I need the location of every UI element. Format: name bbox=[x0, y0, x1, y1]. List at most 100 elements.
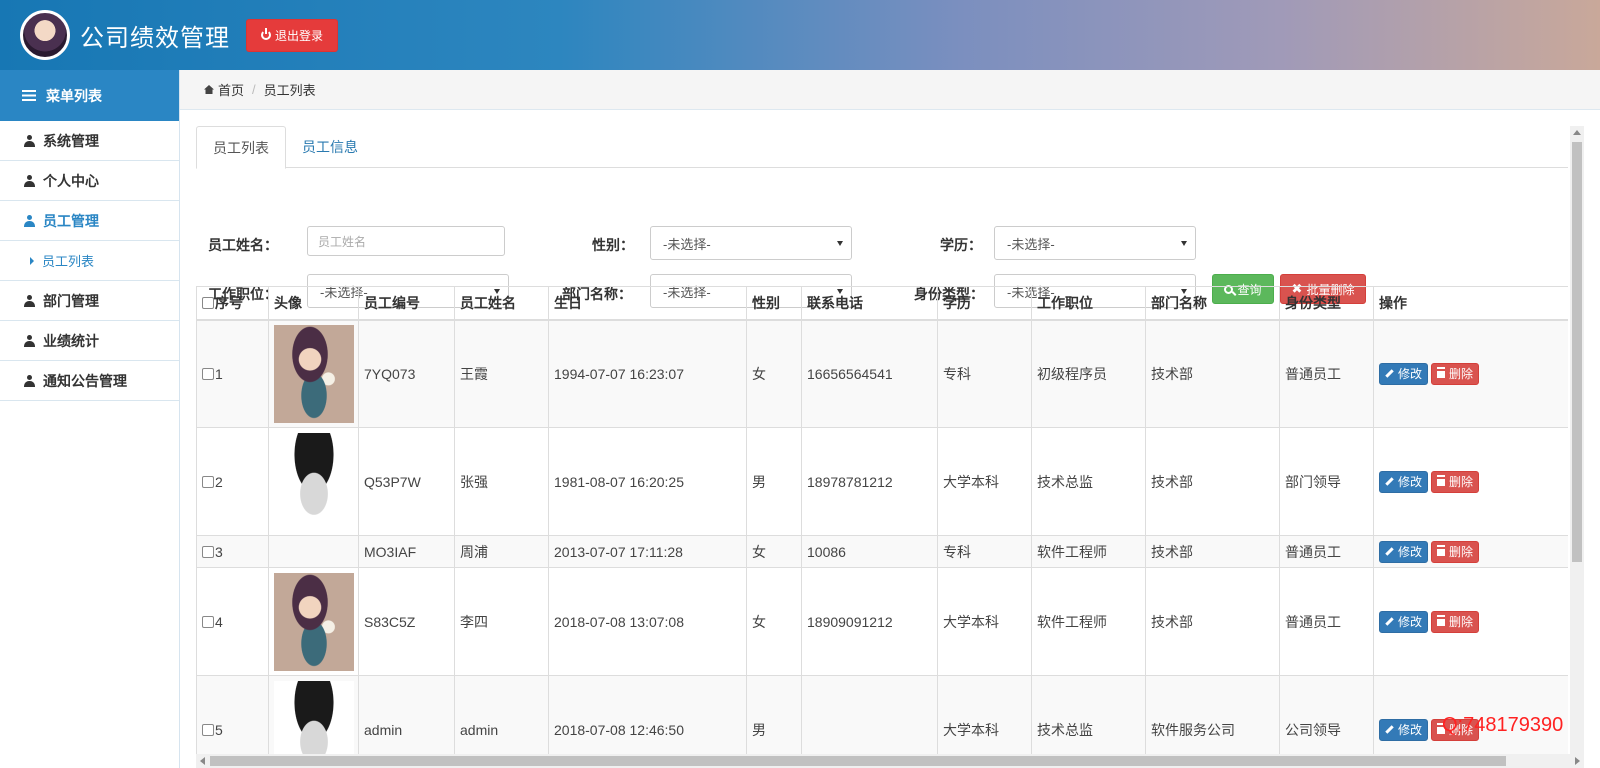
cell-actions: 修改 删除 bbox=[1373, 427, 1568, 536]
cell-actions: 修改 删除 bbox=[1373, 319, 1568, 428]
header-actions: 操作 bbox=[1373, 286, 1568, 321]
cell-no: 5 bbox=[196, 675, 269, 754]
row-checkbox[interactable] bbox=[202, 475, 214, 488]
cell-education: 专科 bbox=[937, 535, 1032, 568]
table-row: 5 admin admin 2018-07-08 12:46:50 男大学本科 技术总监软… bbox=[196, 675, 1568, 754]
scroll-up-icon[interactable] bbox=[1573, 130, 1581, 135]
logout-button[interactable]: 退出登录 bbox=[246, 18, 339, 52]
table-body: 1 7YQ073 王霞 1994-07-07 16:23:07 女 16656564541… bbox=[196, 319, 1568, 754]
list-icon bbox=[22, 90, 36, 101]
sidebar-item-label: 个人中心 bbox=[43, 172, 99, 189]
pencil-icon bbox=[1385, 477, 1394, 486]
gender-select[interactable]: -未选择- bbox=[650, 226, 852, 260]
delete-button[interactable]: 删除 bbox=[1431, 540, 1480, 563]
cell-phone: 16656564541 bbox=[801, 319, 938, 428]
select-all-checkbox[interactable] bbox=[202, 296, 214, 309]
pencil-icon bbox=[1385, 617, 1394, 626]
header-photo: 头像 bbox=[268, 286, 359, 321]
table-row: 4 S83C5Z 李四 2018-07-08 13:07:08 女 18909091212… bbox=[196, 567, 1568, 676]
cell-education: 大学本科 bbox=[937, 567, 1032, 676]
vertical-scrollbar[interactable] bbox=[1570, 126, 1584, 754]
cell-employee-name: 王霞 bbox=[454, 319, 549, 428]
sidebar-item-label: 员工列表 bbox=[42, 254, 95, 269]
breadcrumb-home[interactable]: 首页 bbox=[218, 80, 244, 99]
horizontal-scroll-thumb[interactable] bbox=[210, 756, 1506, 766]
cat-avatar-image bbox=[274, 324, 354, 423]
cell-identity-type: 普通员工 bbox=[1279, 567, 1374, 676]
delete-button[interactable]: 删除 bbox=[1431, 362, 1480, 385]
cell-photo bbox=[268, 427, 359, 536]
cell-employee-code: 7YQ073 bbox=[358, 319, 455, 428]
edit-button[interactable]: 修改 bbox=[1379, 718, 1429, 741]
header-name: 员工姓名 bbox=[454, 286, 549, 321]
cell-gender: 女 bbox=[746, 567, 802, 676]
cell-birthday: 2018-07-08 12:46:50 bbox=[548, 675, 747, 754]
employee-table: 序号 头像 员工编号 员工姓名 生日 性别 联系电话 学历 工作职位 部门名称 … bbox=[196, 286, 1568, 754]
cell-gender: 男 bbox=[746, 675, 802, 754]
table-header-row: 序号 头像 员工编号 员工姓名 生日 性别 联系电话 学历 工作职位 部门名称 … bbox=[196, 286, 1568, 321]
sidebar-item-label: 员工管理 bbox=[43, 212, 99, 229]
delete-button[interactable]: 删除 bbox=[1431, 610, 1480, 633]
cat-avatar-image bbox=[274, 572, 354, 671]
gender-label: 性别： bbox=[592, 237, 634, 253]
education-select[interactable]: -未选择- bbox=[994, 226, 1196, 260]
edit-button[interactable]: 修改 bbox=[1379, 540, 1429, 563]
sidebar-item-personal[interactable]: 个人中心 bbox=[0, 161, 179, 201]
sidebar-item-department[interactable]: 部门管理 bbox=[0, 281, 179, 321]
home-icon bbox=[204, 85, 214, 94]
header-identity: 身份类型 bbox=[1279, 286, 1374, 321]
breadcrumb-separator: / bbox=[252, 82, 256, 97]
edit-button[interactable]: 修改 bbox=[1379, 610, 1429, 633]
cell-actions: 修改 删除 bbox=[1373, 567, 1568, 676]
sidebar-item-performance[interactable]: 业绩统计 bbox=[0, 321, 179, 361]
user-icon bbox=[24, 374, 35, 387]
edit-button[interactable]: 修改 bbox=[1379, 470, 1429, 493]
cell-phone: 10086 bbox=[801, 535, 938, 568]
name-label: 员工姓名： bbox=[208, 237, 278, 253]
cell-department: 技术部 bbox=[1145, 319, 1280, 428]
cell-education: 专科 bbox=[937, 319, 1032, 428]
row-checkbox[interactable] bbox=[202, 615, 214, 628]
sidebar-head-label: 菜单列表 bbox=[46, 87, 102, 104]
horizontal-scrollbar[interactable] bbox=[196, 754, 1584, 768]
vertical-scroll-thumb[interactable] bbox=[1572, 142, 1582, 562]
cell-employee-name: 周浦 bbox=[454, 535, 549, 568]
employee-name-input[interactable]: 员工姓名 bbox=[307, 226, 505, 256]
row-checkbox[interactable] bbox=[202, 545, 214, 558]
man-avatar-image bbox=[274, 680, 354, 754]
main-content: 员工列表 员工信息 员工姓名： 员工姓名 性别： -未选择- 学历： -未选择-… bbox=[196, 126, 1568, 754]
table-row: 3 MO3IAF 周浦 2013-07-07 17:11:28 女 10086 专科 软件工程… bbox=[196, 535, 1568, 568]
header-label: 序号 bbox=[215, 294, 243, 311]
delete-button[interactable]: 删除 bbox=[1431, 470, 1480, 493]
sidebar-item-notice[interactable]: 通知公告管理 bbox=[0, 361, 179, 401]
logout-label: 退出登录 bbox=[275, 28, 324, 43]
pencil-icon bbox=[1385, 547, 1394, 556]
cell-position: 初级程序员 bbox=[1031, 319, 1146, 428]
cell-photo bbox=[268, 675, 359, 754]
cell-position: 技术总监 bbox=[1031, 427, 1146, 536]
cell-phone: 18978781212 bbox=[801, 427, 938, 536]
trash-icon bbox=[1437, 369, 1446, 379]
edit-button[interactable]: 修改 bbox=[1379, 362, 1429, 385]
sidebar-subitem-employee-list[interactable]: 员工列表 bbox=[0, 241, 179, 281]
cell-department: 软件服务公司 bbox=[1145, 675, 1280, 754]
row-number: 3 bbox=[215, 543, 223, 560]
edit-label: 修改 bbox=[1398, 545, 1423, 559]
row-checkbox[interactable] bbox=[202, 723, 214, 736]
scroll-right-icon[interactable] bbox=[1575, 757, 1580, 765]
cell-employee-code: MO3IAF bbox=[358, 535, 455, 568]
header-education: 学历 bbox=[937, 286, 1032, 321]
scroll-left-icon[interactable] bbox=[200, 757, 205, 765]
row-checkbox[interactable] bbox=[202, 367, 214, 380]
sidebar-item-system[interactable]: 系统管理 bbox=[0, 121, 179, 161]
cell-gender: 男 bbox=[746, 427, 802, 536]
cell-position: 技术总监 bbox=[1031, 675, 1146, 754]
edit-label: 修改 bbox=[1398, 615, 1423, 629]
tab-employee-info[interactable]: 员工信息 bbox=[286, 126, 374, 168]
tab-employee-list[interactable]: 员工列表 bbox=[196, 126, 286, 169]
pencil-icon bbox=[1385, 369, 1394, 378]
cell-employee-name: 张强 bbox=[454, 427, 549, 536]
user-icon bbox=[24, 174, 35, 187]
sidebar-item-label: 业绩统计 bbox=[43, 332, 99, 349]
sidebar-item-employee[interactable]: 员工管理 bbox=[0, 201, 179, 241]
